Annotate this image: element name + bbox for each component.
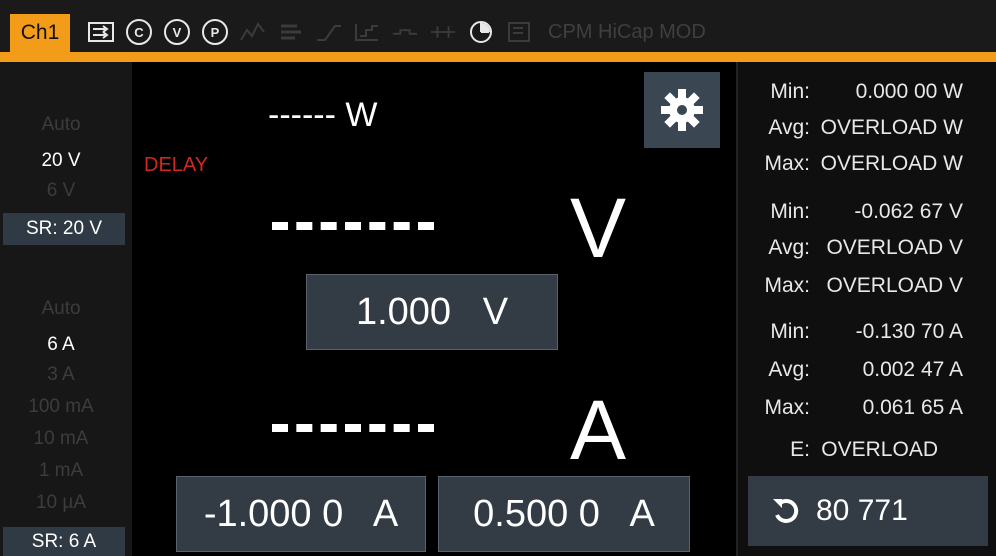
stat-label: Max: (764, 396, 810, 419)
counter-value: 80 771 (816, 494, 908, 527)
status-bar: Ch1 C V P CPM HiCap MOD (0, 0, 996, 62)
mode-icon-row: C V P CPM HiCap MOD (88, 14, 706, 50)
current-range-10ua[interactable]: 10 µA (0, 492, 122, 514)
current-unit: A (570, 383, 627, 477)
device-label: CPM HiCap MOD (548, 20, 706, 43)
statistics-panel: Min: 0.000 00 W Avg: OVERLOAD W Max: OVE… (736, 62, 996, 556)
stat-label: Min: (770, 80, 810, 103)
ramp-icon (430, 19, 456, 45)
stat-value: -0.130 70 A (855, 320, 963, 343)
v-circle-icon[interactable]: V (164, 19, 190, 45)
current-range-10ma[interactable]: 10 mA (0, 428, 122, 450)
stat-label: Avg: (768, 116, 810, 139)
gear-icon (661, 89, 703, 131)
voltage-max-row: Max: OVERLOAD V (738, 274, 996, 304)
voltage-sr-badge[interactable]: SR: 20 V (3, 213, 125, 245)
main-display: ------ W DELAY V 1.000 V A -1.000 0 A 0.… (132, 62, 736, 556)
power-max-row: Max: OVERLOAD W (738, 152, 996, 182)
current-range-100ma[interactable]: 100 mA (0, 396, 122, 418)
reset-counter-button[interactable]: 80 771 (748, 476, 988, 546)
stat-value: OVERLOAD V (826, 274, 963, 297)
range-panel: Auto 20 V 6 V SR: 20 V Auto 6 A 3 A 100 … (0, 62, 132, 556)
pulse-icon (392, 19, 418, 45)
step-icon (316, 19, 342, 45)
current-range-3a[interactable]: 3 A (0, 364, 122, 386)
channel-tab[interactable]: Ch1 (10, 14, 70, 52)
current-avg-row: Avg: 0.002 47 A (738, 358, 996, 388)
stat-value: OVERLOAD W (820, 116, 963, 139)
power-avg-row: Avg: OVERLOAD W (738, 116, 996, 146)
accent-bar (0, 52, 996, 62)
stat-label: Min: (770, 320, 810, 343)
energy-row: E: OVERLOAD (738, 438, 996, 468)
settings-button[interactable] (644, 72, 720, 148)
current-negative-limit-field[interactable]: -1.000 0 A (176, 476, 426, 552)
voltage-avg-row: Avg: OVERLOAD V (738, 236, 996, 266)
stat-value: 0.002 47 A (862, 358, 963, 381)
current-max-row: Max: 0.061 65 A (738, 396, 996, 426)
stat-value: 0.000 00 W (855, 80, 963, 103)
power-reading: ------ W (268, 96, 378, 134)
current-min-row: Min: -0.130 70 A (738, 320, 996, 350)
voltage-reading-dashes (272, 222, 434, 230)
c-circle-icon[interactable]: C (126, 19, 152, 45)
bars-icon (278, 19, 304, 45)
trend-icon (240, 19, 266, 45)
voltage-unit: V (570, 181, 627, 275)
stat-value: OVERLOAD (821, 438, 938, 461)
stat-label: Min: (770, 200, 810, 223)
stat-value: -0.062 67 V (854, 200, 963, 223)
voltage-setpoint-field[interactable]: 1.000 V (306, 274, 558, 350)
stat-value: 0.061 65 A (862, 396, 963, 419)
voltage-range-auto[interactable]: Auto (0, 114, 122, 136)
reset-icon (773, 498, 799, 523)
current-range-auto[interactable]: Auto (0, 298, 122, 320)
current-reading-dashes (272, 424, 434, 432)
stat-label: Avg: (768, 358, 810, 381)
stat-value: OVERLOAD W (820, 152, 963, 175)
sweep-icon (354, 19, 380, 45)
p-circle-icon[interactable]: P (202, 19, 228, 45)
stat-label: E: (790, 438, 810, 461)
current-range-6a[interactable]: 6 A (0, 334, 122, 356)
voltage-min-row: Min: -0.062 67 V (738, 200, 996, 230)
current-range-1ma[interactable]: 1 mA (0, 460, 122, 482)
current-positive-limit-field[interactable]: 0.500 0 A (438, 476, 690, 552)
timer-icon[interactable] (468, 19, 494, 45)
power-min-row: Min: 0.000 00 W (738, 80, 996, 110)
stat-label: Max: (764, 274, 810, 297)
voltage-range-6v[interactable]: 6 V (0, 180, 122, 202)
delay-indicator: DELAY (144, 154, 209, 176)
current-sr-badge[interactable]: SR: 6 A (3, 527, 125, 556)
stat-label: Avg: (768, 236, 810, 259)
stat-label: Max: (764, 152, 810, 175)
measurement-icon[interactable] (88, 19, 114, 45)
voltage-range-20v[interactable]: 20 V (0, 150, 122, 172)
frame-icon (506, 19, 532, 45)
stat-value: OVERLOAD V (826, 236, 963, 259)
